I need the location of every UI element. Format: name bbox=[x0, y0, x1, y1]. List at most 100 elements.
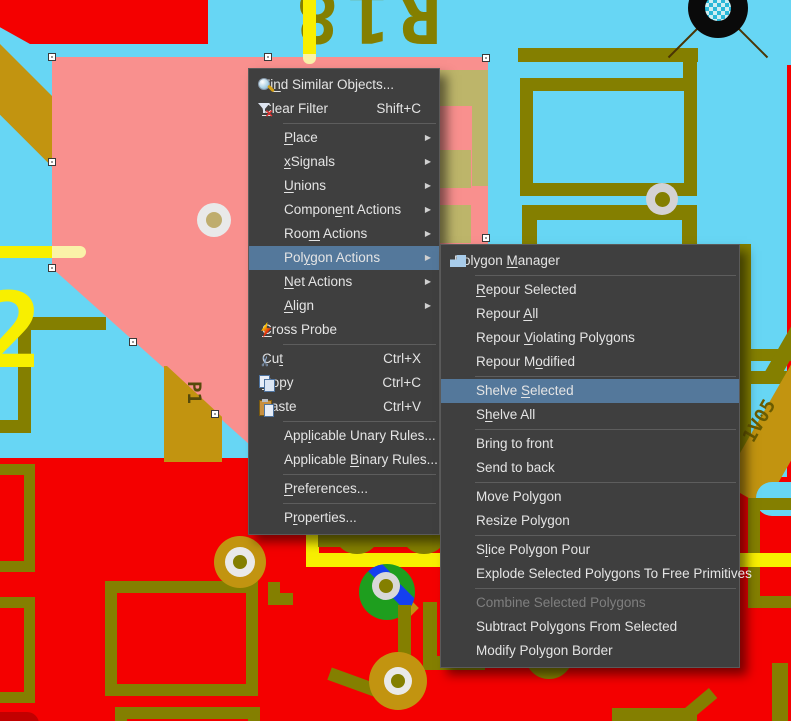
menu-item-label: Modify Polygon Border bbox=[476, 639, 613, 663]
menu-item-label: Applicable Binary Rules... bbox=[284, 448, 438, 472]
menu-item-xsignals[interactable]: xSignals ▶ bbox=[249, 150, 439, 174]
menu-icon-spacer bbox=[257, 250, 279, 266]
component-outline bbox=[0, 464, 35, 572]
polygon-manager-icon bbox=[449, 253, 471, 269]
menu-separator bbox=[283, 474, 436, 475]
menu-item-shelve-selected[interactable]: Shelve Selected bbox=[441, 379, 739, 403]
menu-item-polygon-manager[interactable]: Polygon Manager bbox=[441, 249, 739, 273]
copper-blob-dark-red bbox=[0, 712, 39, 721]
menu-item-find-similar-objects[interactable]: Find Similar Objects... bbox=[249, 73, 439, 97]
pad-center bbox=[206, 212, 222, 228]
menu-item-label: Properties... bbox=[284, 506, 357, 530]
menu-item-repour-violating-polygons[interactable]: Repour Violating Polygons bbox=[441, 326, 739, 350]
menu-item-label: Room Actions bbox=[284, 222, 367, 246]
silkscreen-designator-p1: P1 bbox=[183, 381, 205, 425]
trace-vertical bbox=[522, 205, 537, 244]
menu-item-label: Repour Selected bbox=[476, 278, 577, 302]
trace-elbow bbox=[268, 593, 293, 605]
selection-handle[interactable] bbox=[48, 158, 56, 166]
menu-item-modify-polygon-border[interactable]: Modify Polygon Border bbox=[441, 639, 739, 663]
menu-item-room-actions[interactable]: Room Actions ▶ bbox=[249, 222, 439, 246]
menu-icon-spacer bbox=[257, 428, 279, 444]
menu-item-unions[interactable]: Unions▶ bbox=[249, 174, 439, 198]
copy-icon bbox=[257, 375, 279, 391]
cross-probe-icon bbox=[257, 322, 279, 338]
menu-item-bring-to-front[interactable]: Bring to front bbox=[441, 432, 739, 456]
menu-item-clear-filter[interactable]: Clear FilterShift+C bbox=[249, 97, 439, 121]
menu-item-applicable-binary-rules[interactable]: Applicable Binary Rules... bbox=[249, 448, 439, 472]
menu-item-slice-polygon-pour[interactable]: Slice Polygon Pour bbox=[441, 538, 739, 562]
selection-handle[interactable] bbox=[48, 53, 56, 61]
menu-icon-spacer bbox=[449, 542, 471, 558]
polygon-actions-submenu: Polygon Manager Repour SelectedRepour All… bbox=[440, 244, 740, 668]
menu-item-shortcut: Ctrl+V bbox=[383, 395, 433, 419]
menu-separator bbox=[283, 344, 436, 345]
selection-handle[interactable] bbox=[264, 53, 272, 61]
menu-item-label: Component Actions bbox=[284, 198, 401, 222]
menu-item-align[interactable]: Align▶ bbox=[249, 294, 439, 318]
menu-icon-spacer bbox=[449, 407, 471, 423]
menu-item-label: Repour All bbox=[476, 302, 538, 326]
menu-item-properties[interactable]: Properties... bbox=[249, 506, 439, 530]
menu-icon-spacer bbox=[449, 513, 471, 529]
menu-item-shelve-all[interactable]: Shelve All bbox=[441, 403, 739, 427]
menu-item-label: Preferences... bbox=[284, 477, 368, 501]
submenu-arrow-icon: ▶ bbox=[425, 294, 433, 318]
menu-item-move-polygon[interactable]: Move Polygon bbox=[441, 485, 739, 509]
menu-item-label: Send to back bbox=[476, 456, 555, 480]
pcb-editor-viewport: 2 R18 P1 1V05 bbox=[0, 0, 791, 721]
menu-separator bbox=[475, 535, 736, 536]
menu-item-repour-modified[interactable]: Repour Modified bbox=[441, 350, 739, 374]
menu-item-label: Net Actions bbox=[284, 270, 352, 294]
menu-item-shortcut: Ctrl+X bbox=[383, 347, 433, 371]
menu-item-copy[interactable]: CopyCtrl+C bbox=[249, 371, 439, 395]
menu-item-repour-selected[interactable]: Repour Selected bbox=[441, 278, 739, 302]
menu-item-label: Unions bbox=[284, 174, 326, 198]
menu-icon-spacer bbox=[257, 481, 279, 497]
menu-item-label: Place bbox=[284, 126, 318, 150]
menu-item-net-actions[interactable]: Net Actions▶ bbox=[249, 270, 439, 294]
menu-item-label: Explode Selected Polygons To Free Primit… bbox=[476, 562, 752, 586]
menu-item-cut[interactable]: CutCtrl+X bbox=[249, 347, 439, 371]
menu-icon-spacer bbox=[449, 383, 471, 399]
menu-icon-spacer bbox=[449, 595, 471, 611]
menu-item-applicable-unary-rules[interactable]: Applicable Unary Rules... bbox=[249, 424, 439, 448]
pad-center bbox=[233, 555, 247, 569]
menu-item-resize-polygon[interactable]: Resize Polygon bbox=[441, 509, 739, 533]
menu-icon-spacer bbox=[257, 226, 279, 242]
menu-icon-spacer bbox=[449, 282, 471, 298]
menu-item-polygon-actions[interactable]: Polygon Actions▶ bbox=[249, 246, 439, 270]
menu-item-cross-probe[interactable]: Cross Probe bbox=[249, 318, 439, 342]
menu-item-explode-selected-polygons-to-free-primitives[interactable]: Explode Selected Polygons To Free Primit… bbox=[441, 562, 739, 586]
paste-icon bbox=[257, 399, 279, 415]
menu-item-preferences[interactable]: Preferences... bbox=[249, 477, 439, 501]
selection-handle[interactable] bbox=[482, 234, 490, 242]
menu-item-subtract-polygons-from-selected[interactable]: Subtract Polygons From Selected bbox=[441, 615, 739, 639]
menu-item-component-actions[interactable]: Component Actions ▶ bbox=[249, 198, 439, 222]
find-similar-icon bbox=[257, 77, 279, 93]
menu-item-send-to-back[interactable]: Send to back bbox=[441, 456, 739, 480]
selection-handle[interactable] bbox=[211, 410, 219, 418]
selection-handle[interactable] bbox=[48, 264, 56, 272]
submenu-arrow-icon: ▶ bbox=[425, 150, 433, 174]
trace-vertical bbox=[682, 205, 697, 244]
menu-item-label: Slice Polygon Pour bbox=[476, 538, 590, 562]
component-outline bbox=[105, 581, 258, 696]
menu-item-paste[interactable]: PasteCtrl+V bbox=[249, 395, 439, 419]
menu-item-label: Shelve All bbox=[476, 403, 535, 427]
menu-item-label: xSignals bbox=[284, 150, 335, 174]
submenu-arrow-icon: ▶ bbox=[425, 222, 433, 246]
menu-item-repour-all[interactable]: Repour All bbox=[441, 302, 739, 326]
menu-item-label: Shelve Selected bbox=[476, 379, 574, 403]
menu-icon-spacer bbox=[257, 202, 279, 218]
menu-item-place[interactable]: Place▶ bbox=[249, 126, 439, 150]
selection-handle[interactable] bbox=[482, 54, 490, 62]
selection-handle[interactable] bbox=[129, 338, 137, 346]
submenu-arrow-icon: ▶ bbox=[425, 198, 433, 222]
menu-item-label: Repour Violating Polygons bbox=[476, 326, 635, 350]
menu-item-label: Subtract Polygons From Selected bbox=[476, 615, 677, 639]
menu-icon-spacer bbox=[449, 643, 471, 659]
menu-icon-spacer bbox=[257, 154, 279, 170]
trace-vertical bbox=[772, 663, 788, 721]
pad-center bbox=[655, 192, 670, 207]
